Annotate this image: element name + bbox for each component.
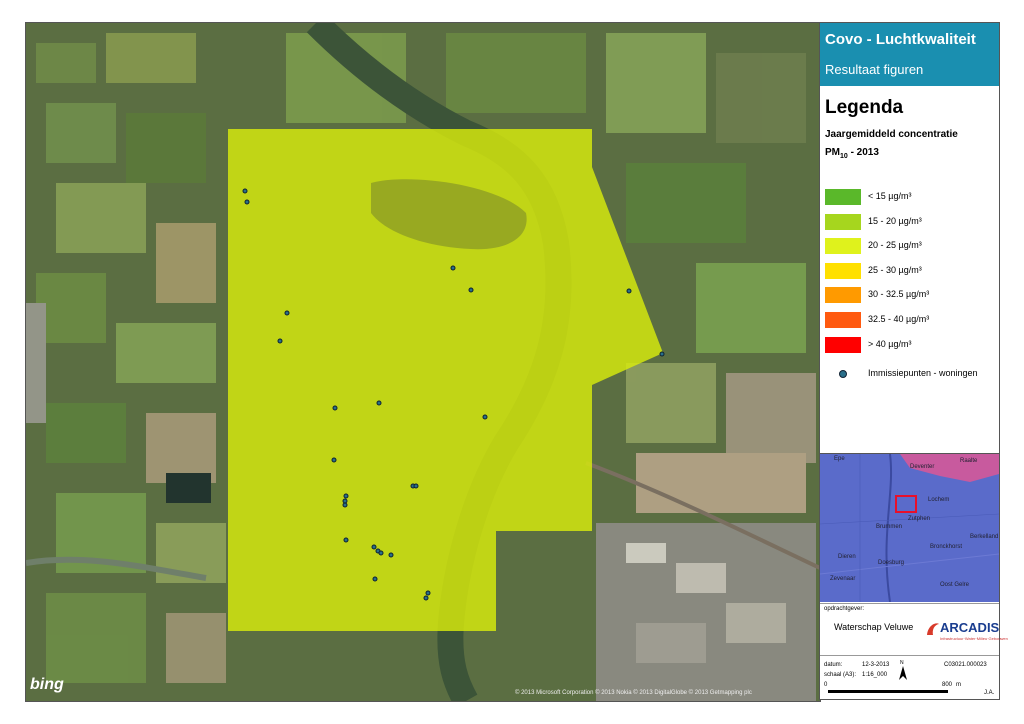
title-bar: Covo - Luchtkwaliteit Resultaat figuren — [820, 23, 999, 86]
map-canvas — [26, 23, 820, 701]
immission-point — [343, 493, 349, 499]
legend-item-label: 30 - 32.5 µg/m³ — [868, 289, 930, 300]
immission-point — [343, 537, 349, 543]
client-label: opdrachtgever: — [824, 606, 865, 612]
arcadis-logo: ARCADIS Infrastructuur·Water·Milieu·Gebo… — [926, 620, 1008, 641]
scale-bar — [828, 690, 948, 693]
immission-point — [331, 457, 337, 463]
legend-item-label: < 15 µg/m³ — [868, 191, 912, 201]
immission-point — [450, 265, 456, 271]
map-metadata: datum: 12-3-2013 schaal (A3): 1:16_000 C… — [820, 655, 999, 700]
point-marker-icon — [839, 370, 847, 378]
legend-item-label: 25 - 30 µg/m³ — [868, 264, 922, 275]
legend-pollutant: PM10 - 2013 — [825, 147, 879, 160]
immission-point — [423, 595, 429, 601]
immission-point — [242, 188, 248, 194]
immission-point — [468, 287, 474, 293]
legend-swatch — [825, 238, 861, 255]
immission-point — [371, 544, 377, 550]
map-view[interactable] — [25, 22, 821, 702]
legend-heading: Legenda — [825, 97, 904, 118]
legend-description: Jaargemiddeld concentratie — [825, 129, 958, 140]
app-title: Covo - Luchtkwaliteit — [825, 31, 976, 48]
legend-swatch — [825, 336, 861, 353]
immission-point — [413, 483, 419, 489]
immission-point — [342, 498, 348, 504]
legend-swatch — [825, 312, 861, 328]
immission-point — [332, 405, 338, 411]
immission-point — [378, 550, 384, 556]
immission-point — [482, 414, 488, 420]
legend-swatch — [825, 189, 861, 205]
legend-item-label: 15 - 20 µg/m³ — [868, 215, 922, 226]
legend-item-label: > 40 µg/m³ — [868, 338, 912, 349]
immission-point — [388, 552, 394, 558]
immission-point — [626, 288, 632, 294]
legend-swatch — [825, 262, 861, 279]
legend-item-label: 32.5 - 40 µg/m³ — [868, 314, 930, 324]
legend-swatch — [825, 213, 861, 230]
immission-point — [284, 310, 290, 316]
overview-inset-map[interactable]: Epe Deventer Raalte Lochem Zutphen Brumm… — [820, 453, 999, 602]
north-arrow-icon — [899, 666, 907, 680]
legend-item-label: Immissiepunten - woningen — [868, 368, 978, 378]
legend-panel: Covo - Luchtkwaliteit Resultaat figuren … — [819, 22, 1008, 700]
arcadis-logo-icon — [927, 623, 939, 635]
project-code: C03021.000023 — [944, 662, 987, 668]
client-block: opdrachtgever: Waterschap Veluwe ARCADIS… — [820, 603, 1008, 654]
immission-point — [376, 400, 382, 406]
immission-point — [277, 338, 283, 344]
client-name: Waterschap Veluwe — [834, 622, 914, 632]
immission-point — [244, 199, 250, 205]
legend-swatch — [825, 287, 861, 304]
author-initials: J.A. — [984, 690, 995, 696]
immission-point — [372, 576, 378, 582]
bing-logo: bing — [30, 676, 64, 693]
immission-point — [659, 351, 665, 357]
legend-item-label: 20 - 25 µg/m³ — [868, 240, 922, 251]
app-subtitle: Resultaat figuren — [825, 62, 924, 77]
immission-point — [342, 502, 348, 508]
map-copyright: © 2013 Microsoft Corporation © 2013 Noki… — [515, 690, 752, 696]
immission-point — [425, 590, 431, 596]
